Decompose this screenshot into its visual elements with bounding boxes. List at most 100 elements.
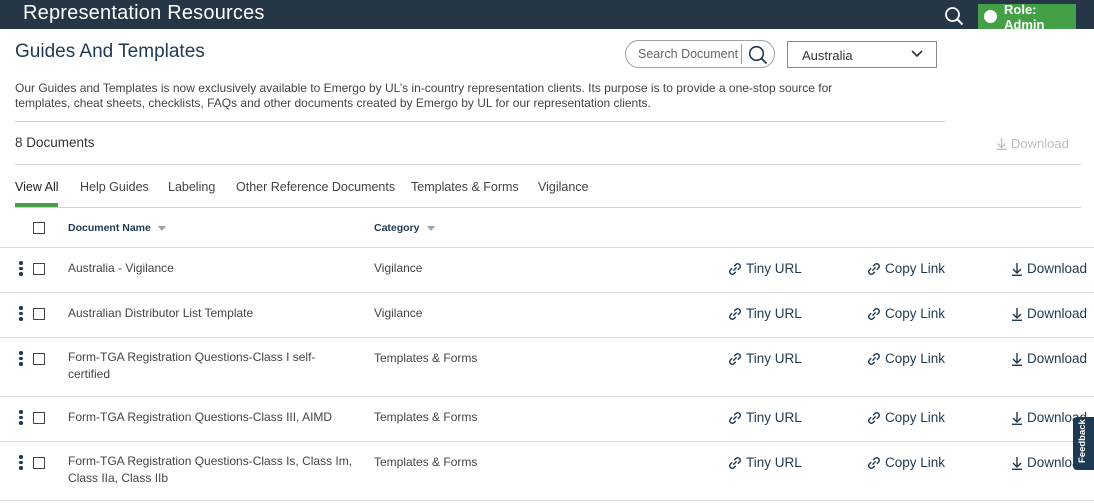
document-search bbox=[625, 40, 775, 68]
link-icon bbox=[729, 307, 741, 320]
copy-link-label: Copy Link bbox=[885, 455, 946, 470]
search-divider bbox=[741, 44, 742, 64]
more-options-icon[interactable] bbox=[19, 306, 24, 322]
document-name[interactable]: Form-TGA Registration Questions-Class I … bbox=[68, 349, 330, 383]
app-title: Representation Resources bbox=[23, 2, 265, 24]
tab-other-reference-documents[interactable]: Other Reference Documents bbox=[236, 180, 395, 194]
download-button[interactable]: Download bbox=[1011, 261, 1087, 276]
intro-text: Our Guides and Templates is now exclusiv… bbox=[15, 81, 833, 110]
link-icon bbox=[729, 352, 741, 365]
copy-link-button[interactable]: Copy Link bbox=[867, 410, 945, 425]
sort-down-icon bbox=[157, 226, 166, 231]
download-icon bbox=[1012, 307, 1022, 321]
download-button[interactable]: Download bbox=[1011, 306, 1087, 321]
tiny-url-button[interactable]: Tiny URL bbox=[728, 410, 802, 425]
copy-link-button[interactable]: Copy Link bbox=[867, 351, 945, 366]
document-name[interactable]: Australian Distributor List Template bbox=[68, 305, 358, 322]
column-header-category[interactable]: Category bbox=[374, 222, 435, 234]
table-row: Australian Distributor List Template Vig… bbox=[0, 293, 1094, 337]
download-icon bbox=[1012, 456, 1022, 470]
copy-link-label: Copy Link bbox=[885, 410, 946, 425]
tab-help-guides[interactable]: Help Guides bbox=[80, 180, 149, 194]
divider bbox=[15, 164, 1081, 165]
status-dot-icon bbox=[984, 10, 997, 23]
more-options-icon[interactable] bbox=[19, 410, 24, 426]
tiny-url-button[interactable]: Tiny URL bbox=[728, 455, 802, 470]
tiny-url-label: Tiny URL bbox=[746, 306, 802, 321]
copy-link-label: Copy Link bbox=[885, 261, 946, 276]
tab-templates-forms[interactable]: Templates & Forms bbox=[411, 180, 519, 194]
copy-link-button[interactable]: Copy Link bbox=[867, 455, 945, 470]
document-name[interactable]: Form-TGA Registration Questions-Class Is… bbox=[68, 453, 358, 487]
copy-link-button[interactable]: Copy Link bbox=[867, 306, 945, 321]
document-category: Vigilance bbox=[374, 261, 423, 275]
top-bar: Representation Resources Role: Admin bbox=[0, 0, 1094, 32]
document-count: 8 Documents bbox=[15, 135, 95, 150]
link-icon bbox=[729, 262, 741, 275]
search-icon[interactable] bbox=[747, 44, 769, 66]
document-name[interactable]: Form-TGA Registration Questions-Class II… bbox=[68, 409, 358, 426]
row-checkbox[interactable] bbox=[33, 263, 45, 275]
tab-vigilance[interactable]: Vigilance bbox=[538, 180, 589, 194]
country-select[interactable]: Australia bbox=[787, 41, 937, 68]
divider bbox=[15, 207, 1081, 208]
document-category: Templates & Forms bbox=[374, 455, 478, 469]
document-category: Templates & Forms bbox=[374, 410, 478, 424]
search-input[interactable] bbox=[638, 46, 743, 62]
search-icon[interactable] bbox=[944, 6, 964, 26]
tiny-url-button[interactable]: Tiny URL bbox=[728, 351, 802, 366]
copy-link-button[interactable]: Copy Link bbox=[867, 261, 945, 276]
page-title: Guides And Templates bbox=[15, 41, 205, 62]
more-options-icon[interactable] bbox=[19, 455, 24, 471]
more-options-icon[interactable] bbox=[19, 351, 24, 367]
tab-view-all[interactable]: View All bbox=[15, 180, 59, 194]
tiny-url-button[interactable]: Tiny URL bbox=[728, 306, 802, 321]
feedback-label: Feedback bbox=[1077, 419, 1088, 463]
row-checkbox[interactable] bbox=[33, 353, 45, 365]
download-label: Download bbox=[1027, 306, 1088, 321]
role-label: Role: Admin bbox=[1004, 1, 1045, 32]
column-header-document-name[interactable]: Document Name bbox=[68, 222, 166, 234]
tiny-url-label: Tiny URL bbox=[746, 410, 802, 425]
more-options-icon[interactable] bbox=[19, 261, 24, 277]
tiny-url-label: Tiny URL bbox=[746, 455, 802, 470]
country-value: Australia bbox=[802, 48, 853, 63]
download-label: Download bbox=[1027, 351, 1088, 366]
divider bbox=[15, 121, 946, 122]
link-icon bbox=[729, 456, 741, 469]
link-icon bbox=[868, 262, 880, 275]
document-category: Vigilance bbox=[374, 306, 423, 320]
divider bbox=[0, 500, 1094, 501]
tiny-url-label: Tiny URL bbox=[746, 261, 802, 276]
tiny-url-label: Tiny URL bbox=[746, 351, 802, 366]
tab-labeling[interactable]: Labeling bbox=[168, 180, 215, 194]
download-all-button[interactable]: Download bbox=[996, 136, 1069, 151]
sort-down-icon bbox=[426, 226, 435, 231]
table-row: Form-TGA Registration Questions-Class II… bbox=[0, 397, 1094, 441]
column-header-label: Category bbox=[374, 222, 420, 234]
link-icon bbox=[868, 307, 880, 320]
link-icon bbox=[729, 411, 741, 424]
download-icon bbox=[996, 138, 1007, 150]
download-icon bbox=[1012, 352, 1022, 366]
document-category: Templates & Forms bbox=[374, 351, 478, 365]
link-icon bbox=[868, 352, 880, 365]
download-button[interactable]: Download bbox=[1011, 351, 1087, 366]
select-all-checkbox[interactable] bbox=[33, 222, 45, 234]
role-badge[interactable]: Role: Admin bbox=[978, 1, 1076, 32]
table-row: Form-TGA Registration Questions-Class Is… bbox=[0, 442, 1094, 500]
download-icon bbox=[1012, 262, 1022, 276]
row-checkbox[interactable] bbox=[33, 308, 45, 320]
table-row: Form-TGA Registration Questions-Class I … bbox=[0, 338, 1094, 396]
row-checkbox[interactable] bbox=[33, 457, 45, 469]
tiny-url-button[interactable]: Tiny URL bbox=[728, 261, 802, 276]
chevron-down-icon bbox=[911, 50, 923, 58]
column-header-label: Document Name bbox=[68, 222, 151, 234]
download-label: Download bbox=[1027, 261, 1088, 276]
copy-link-label: Copy Link bbox=[885, 306, 946, 321]
document-name[interactable]: Australia - Vigilance bbox=[68, 260, 358, 277]
copy-link-label: Copy Link bbox=[885, 351, 946, 366]
feedback-tab[interactable]: Feedback bbox=[1073, 417, 1094, 470]
row-checkbox[interactable] bbox=[33, 412, 45, 424]
link-icon bbox=[868, 411, 880, 424]
